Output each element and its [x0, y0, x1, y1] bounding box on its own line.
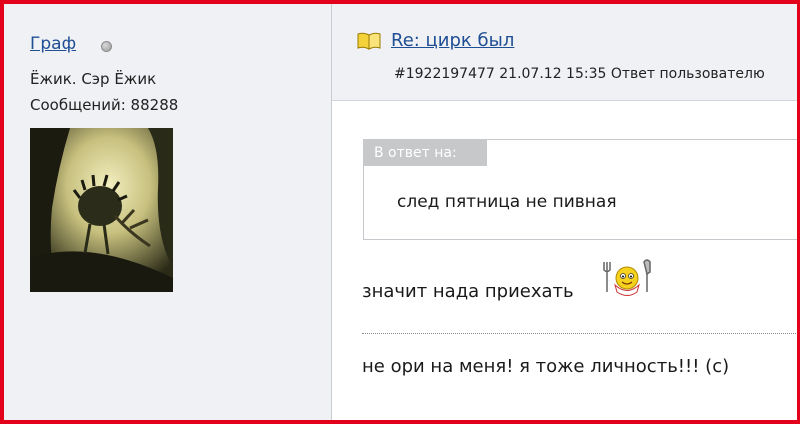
signature-separator [362, 333, 797, 334]
quote-text: след пятница не пивная [397, 192, 617, 212]
author-name-link[interactable]: Граф [30, 34, 76, 54]
post-panel: Re: цирк был #1922197477 21.07.12 15:35 … [332, 4, 797, 420]
avatar[interactable] [30, 128, 173, 292]
quote-box: В ответ на: след пятница не пивная [363, 139, 797, 240]
hungry-smiley-icon [603, 259, 651, 296]
author-panel: Граф Ёжик. Сэр Ёжик Сообщений: 88288 [4, 4, 332, 420]
quote-label: В ответ на: [364, 140, 487, 166]
author-post-count: Сообщений: 88288 [30, 96, 179, 114]
post-title-link[interactable]: Re: цирк был [391, 30, 514, 51]
post-header: Re: цирк был #1922197477 21.07.12 15:35 … [332, 4, 797, 101]
author-title: Ёжик. Сэр Ёжик [30, 70, 157, 88]
post-meta: #1922197477 21.07.12 15:35 Ответ пользов… [394, 66, 765, 82]
forum-post-frame: Граф Ёжик. Сэр Ёжик Сообщений: 88288 Re:… [0, 0, 800, 424]
book-icon [357, 32, 381, 50]
signature-text: не ори на меня! я тоже личность!!! (с) [362, 356, 730, 377]
post-message-text: значит нада приехать [362, 281, 574, 302]
offline-status-icon [101, 41, 112, 52]
hedgehog-avatar-image [30, 128, 173, 292]
